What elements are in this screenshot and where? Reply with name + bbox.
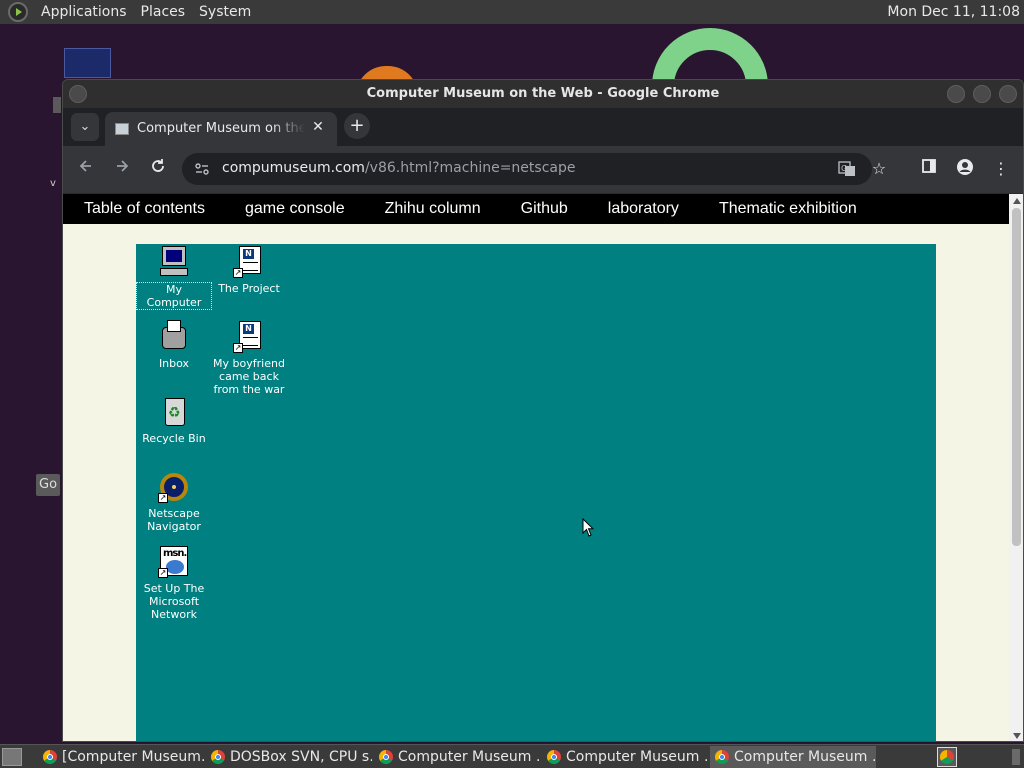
forward-arrow-icon[interactable] (110, 157, 134, 181)
tab-strip: ⌄ Computer Museum on the Web ✕ + (63, 108, 1023, 146)
tray-chrome-icon[interactable] (937, 747, 957, 767)
nav-link-game-console[interactable]: game console (245, 200, 345, 218)
desktop-icon-label: My boyfriend came back from the war (213, 357, 285, 396)
taskbar-item-label: Computer Museum … (734, 749, 876, 765)
nav-link-github[interactable]: Github (521, 200, 568, 218)
taskbar: [Computer Museum… DOSBox SVN, CPU s… Com… (0, 744, 1024, 768)
taskbar-item-active[interactable]: Computer Museum … (710, 746, 876, 768)
minimize-icon[interactable] (947, 85, 965, 103)
desktop-partial-label: v (50, 178, 56, 189)
window-title: Computer Museum on the Web - Google Chro… (366, 86, 720, 101)
url-text[interactable]: compumuseum.com/v86.html?machine=netscap… (222, 160, 575, 176)
chrome-icon (715, 750, 729, 764)
translate-icon[interactable]: G (838, 160, 856, 178)
tray-handle[interactable] (1012, 749, 1020, 765)
mouse-cursor-icon (582, 518, 594, 537)
desktop-icon-msn-setup[interactable]: msn. ↗ Set Up The Microsoft Network (136, 546, 212, 621)
page-scrollbar[interactable] (1009, 194, 1023, 741)
new-tab-plus-icon[interactable]: + (344, 113, 370, 139)
desktop-icon-label: The Project (218, 282, 280, 295)
chrome-icon (211, 750, 225, 764)
url-host: compumuseum.com (222, 160, 365, 176)
desktop-partial-button[interactable]: Go (36, 474, 60, 496)
taskbar-item-label: Computer Museum … (566, 749, 708, 765)
bookmark-star-icon[interactable]: ☆ (868, 158, 890, 180)
desktop-icon-the-project[interactable]: N ↗ The Project (211, 246, 287, 295)
back-arrow-icon[interactable] (74, 157, 98, 181)
emulator-screen[interactable]: My Computer N ↗ The Project Inbox N ↗ My b… (136, 244, 936, 741)
recycle-bin-icon (158, 396, 190, 428)
site-info-icon[interactable] (194, 161, 210, 177)
site-nav: Table of contents game console Zhihu col… (63, 194, 1009, 224)
desktop-window-thumbnail (64, 48, 111, 78)
taskbar-item[interactable]: DOSBox SVN, CPU s… (206, 746, 372, 768)
tab-title: Computer Museum on the Web (137, 121, 305, 136)
desktop-icon-netscape-navigator[interactable]: ↗ Netscape Navigator (136, 471, 212, 533)
scroll-up-icon[interactable] (1013, 198, 1021, 204)
netscape-wheel-icon: ↗ (158, 471, 190, 503)
taskbar-item[interactable]: Computer Museum … (374, 746, 540, 768)
chrome-window: Computer Museum on the Web - Google Chro… (62, 79, 1024, 742)
desktop-icon-inbox[interactable]: Inbox (136, 320, 212, 370)
desktop-icon-label: Netscape Navigator (147, 507, 201, 533)
desktop-icon-recycle-bin[interactable]: Recycle Bin (136, 396, 212, 445)
desktop-icon-label: Inbox (158, 357, 190, 370)
nav-link-thematic-exhibition[interactable]: Thematic exhibition (719, 200, 857, 218)
page-viewport: Table of contents game console Zhihu col… (63, 194, 1009, 741)
profile-icon[interactable] (954, 158, 976, 180)
desktop-icon-label: Recycle Bin (142, 432, 206, 445)
chrome-icon (379, 750, 393, 764)
distro-logo-icon[interactable] (8, 2, 28, 22)
desktop-icon-my-computer[interactable]: My Computer (136, 246, 212, 310)
taskbar-item-label: DOSBox SVN, CPU s… (230, 749, 372, 765)
maximize-icon[interactable] (973, 85, 991, 103)
menu-kebab-icon[interactable]: ⋮ (990, 158, 1012, 180)
top-panel: Applications Places System Mon Dec 11, 1… (0, 0, 1024, 24)
svg-text:G: G (841, 164, 847, 173)
address-bar[interactable]: compumuseum.com/v86.html?machine=netscap… (182, 153, 872, 185)
taskbar-item[interactable]: Computer Museum … (542, 746, 708, 768)
desktop-icon-label: Set Up The Microsoft Network (143, 582, 205, 621)
chrome-icon (43, 750, 57, 764)
applications-menu[interactable]: Applications (34, 0, 134, 24)
tab-active[interactable]: Computer Museum on the Web ✕ (105, 112, 337, 146)
favicon-icon (115, 123, 129, 135)
inbox-icon (158, 320, 190, 353)
nav-link-laboratory[interactable]: laboratory (608, 200, 679, 218)
document-shortcut-icon: N ↗ (233, 321, 265, 353)
desktop-icon-label: My Computer (136, 282, 212, 310)
taskbar-item[interactable]: [Computer Museum… (38, 746, 204, 768)
nav-link-table-of-contents[interactable]: Table of contents (84, 200, 205, 218)
tab-close-icon[interactable]: ✕ (309, 118, 327, 136)
scroll-down-icon[interactable] (1013, 733, 1021, 739)
panel-clock[interactable]: Mon Dec 11, 11:08 (887, 0, 1020, 24)
computer-icon (158, 246, 190, 278)
side-panel-icon[interactable] (918, 158, 940, 180)
show-desktop-icon[interactable] (2, 748, 22, 766)
url-path: /v86.html?machine=netscape (364, 160, 576, 176)
taskbar-item-label: [Computer Museum… (62, 749, 204, 765)
close-window-icon[interactable] (999, 85, 1017, 103)
desktop-icon-boyfriend-document[interactable]: N ↗ My boyfriend came back from the war (211, 321, 287, 396)
taskbar-item-label: Computer Museum … (398, 749, 540, 765)
places-menu[interactable]: Places (134, 0, 193, 24)
msn-icon: msn. ↗ (158, 546, 188, 578)
tab-search-chevron-icon[interactable]: ⌄ (71, 113, 99, 141)
window-menu-icon[interactable] (69, 85, 87, 103)
window-titlebar[interactable]: Computer Museum on the Web - Google Chro… (63, 80, 1023, 108)
scrollbar-thumb[interactable] (1012, 208, 1021, 546)
nav-link-zhihu-column[interactable]: Zhihu column (385, 200, 481, 218)
system-menu[interactable]: System (192, 0, 258, 24)
desktop-partial-element (53, 97, 61, 113)
reload-icon[interactable] (146, 157, 170, 181)
chrome-icon (547, 750, 561, 764)
browser-toolbar: compumuseum.com/v86.html?machine=netscap… (63, 146, 1023, 194)
document-shortcut-icon: N ↗ (233, 246, 265, 278)
